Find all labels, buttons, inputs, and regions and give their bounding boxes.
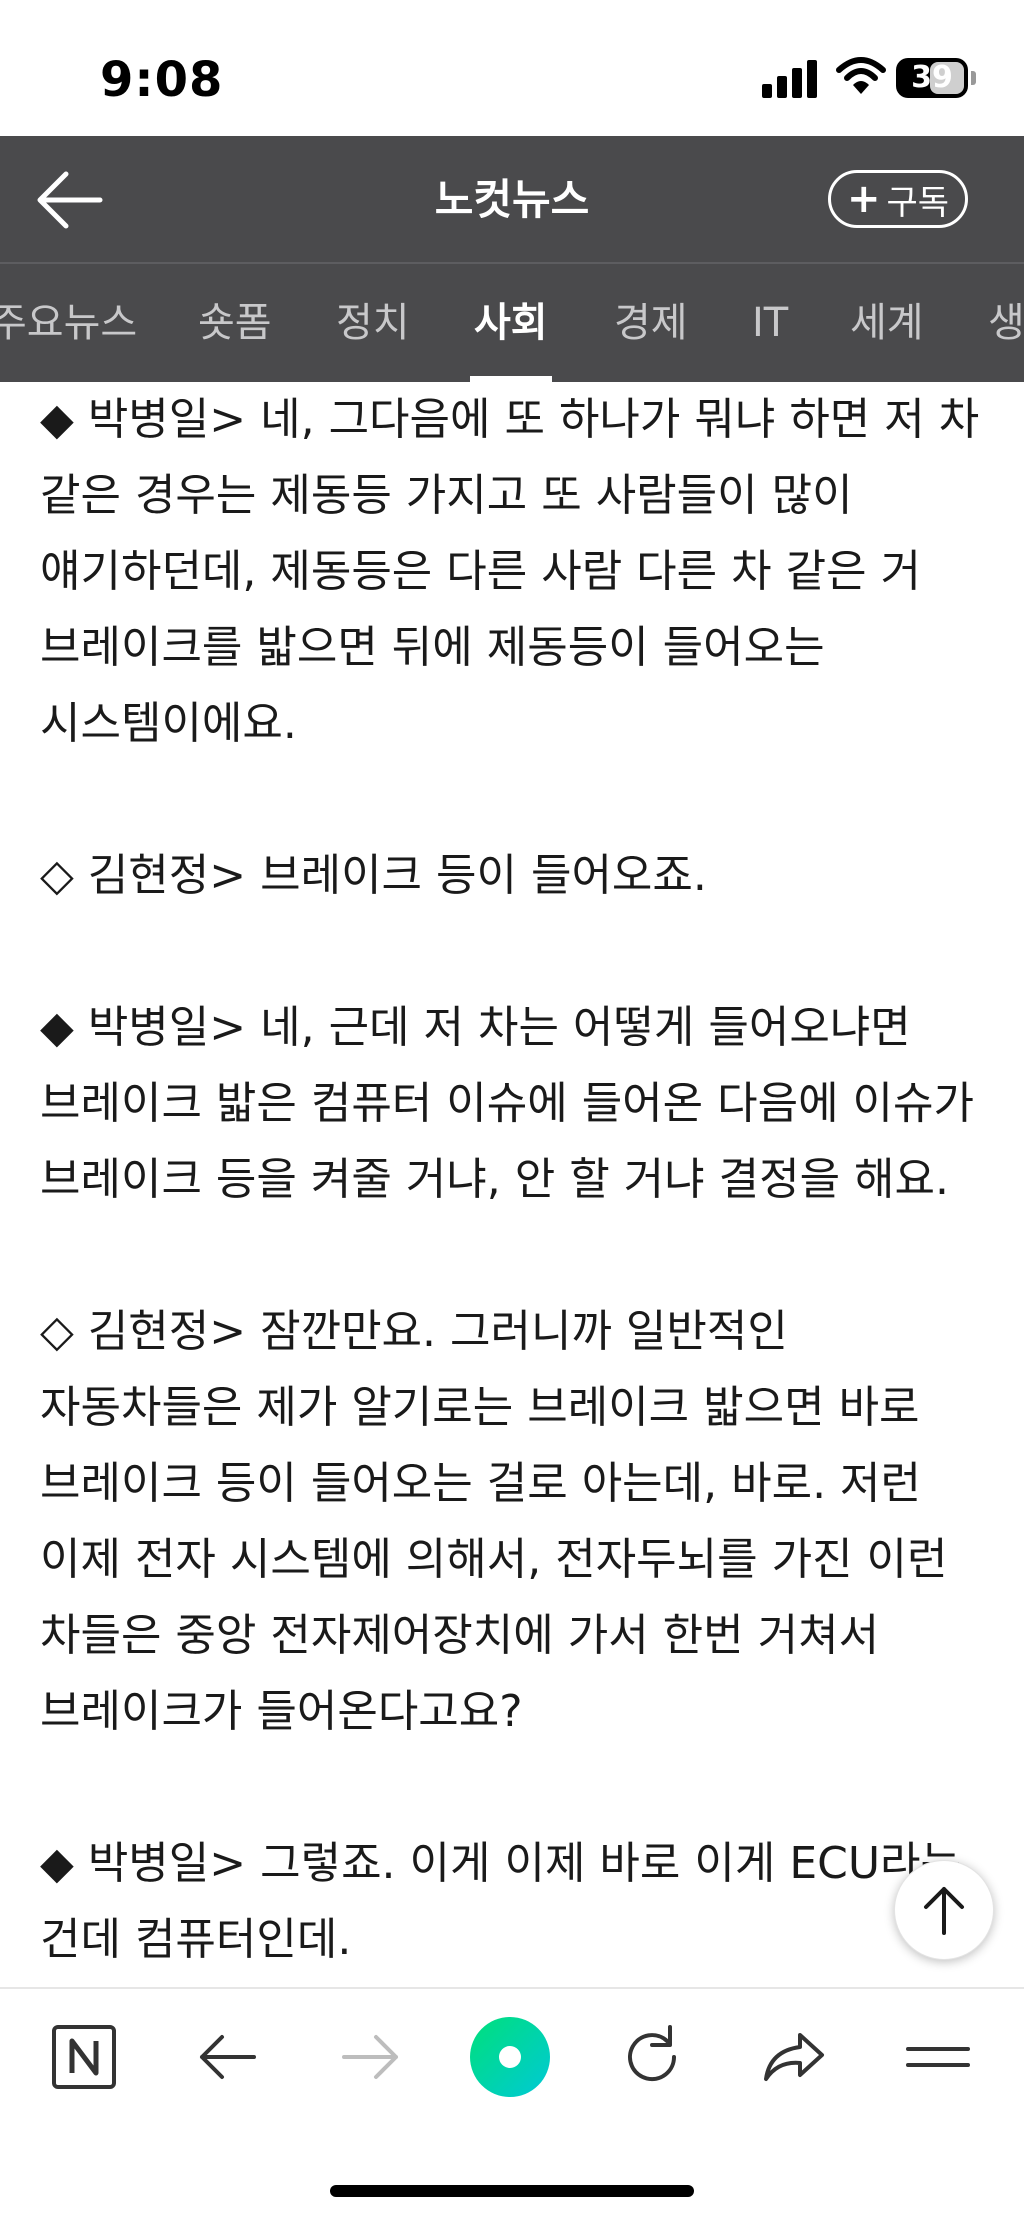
scroll-top-button[interactable] (894, 1860, 994, 1960)
tab-world[interactable]: 세계 (850, 264, 924, 382)
battery-icon: 39 (896, 58, 976, 98)
forward-arrow-icon[interactable] (330, 2017, 410, 2097)
arrow-up-icon (924, 1887, 964, 1935)
tab-politics[interactable]: 정치 (336, 264, 410, 382)
tab-society[interactable]: 사회 (470, 264, 552, 382)
status-bar: 9:08 39 (0, 0, 1024, 136)
tab-economy[interactable]: 경제 (614, 264, 688, 382)
menu-icon[interactable] (898, 2017, 978, 2097)
plus-icon: + (846, 176, 881, 222)
naver-logo-icon[interactable] (44, 2017, 124, 2097)
green-dot-icon[interactable] (470, 2017, 550, 2097)
tab-shortform[interactable]: 숏폼 (198, 264, 272, 382)
article-paragraph: ◆ 박병일> 네, 그다음에 또 하나가 뭐냐 하면 저 차 같은 경우는 제동… (40, 394, 980, 749)
back-arrow-icon[interactable] (188, 2017, 268, 2097)
article-body: ◆ 박병일> 네, 그다음에 또 하나가 뭐냐 하면 저 차 같은 경우는 제동… (40, 382, 990, 1987)
status-time: 9:08 (100, 52, 224, 108)
subscribe-button[interactable]: + 구독 (828, 170, 968, 228)
battery-level: 39 (911, 60, 953, 95)
cellular-signal-icon (762, 60, 820, 98)
app-header: 노컷뉴스 + 구독 (0, 136, 1024, 264)
category-tabs: 주요뉴스 숏폼 정치 사회 경제 IT 세계 생 (0, 264, 1024, 382)
article-paragraph: ◆ 박병일> 그렇죠. 이게 이제 바로 이게 ECU라는 건데 컴퓨터인데. (40, 1838, 962, 1965)
home-indicator[interactable] (330, 2185, 694, 2197)
wifi-icon (836, 57, 886, 94)
tab-main-news[interactable]: 주요뉴스 (0, 264, 137, 382)
subscribe-label: 구독 (886, 182, 950, 223)
share-icon[interactable] (754, 2017, 834, 2097)
article-paragraph: ◆ 박병일> 네, 근데 저 차는 어떻게 들어오냐면 브레이크 밟은 컴퓨터 … (40, 1002, 974, 1205)
bottom-toolbar (0, 1987, 1024, 2219)
article-paragraph: ◇ 김현정> 잠깐만요. 그러니까 일반적인 자동차들은 제가 알기로는 브레이… (40, 1306, 948, 1737)
article-paragraph: ◇ 김현정> 브레이크 등이 들어오죠. (40, 850, 707, 901)
refresh-icon[interactable] (612, 2017, 692, 2097)
tab-life[interactable]: 생 (988, 264, 1024, 382)
tab-it[interactable]: IT (752, 264, 788, 382)
